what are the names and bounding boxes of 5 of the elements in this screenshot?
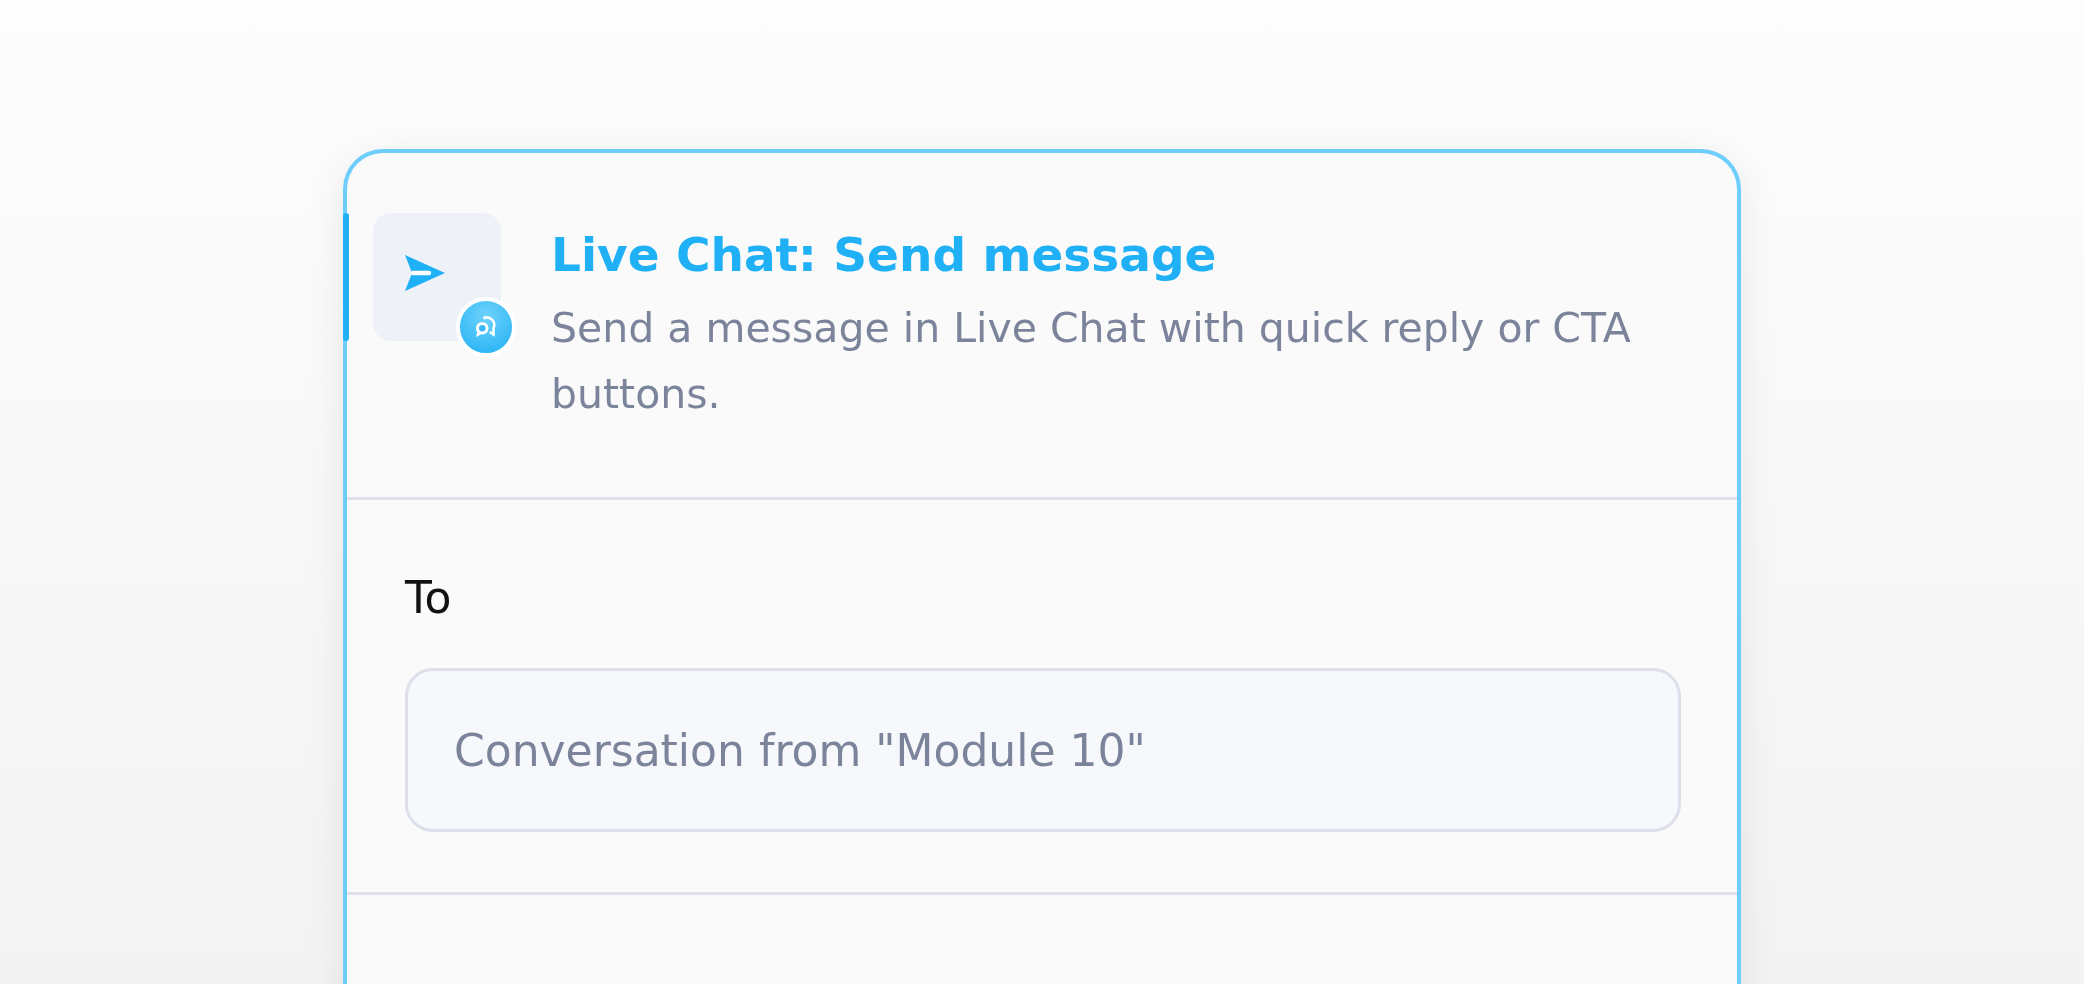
module-card[interactable]: Live Chat: Send message Send a message in Live Chat with quick reply or CTA buttons. To Conversation from "Module 10" <box>343 149 1741 984</box>
module-description: Send a message in Live Chat with quick reply or CTA buttons. <box>551 303 1632 420</box>
input-field[interactable]: Conversation from "Module 10" <box>405 668 1681 832</box>
field-label: To <box>405 571 453 625</box>
module-title: Live Chat: Send message <box>551 227 1218 283</box>
